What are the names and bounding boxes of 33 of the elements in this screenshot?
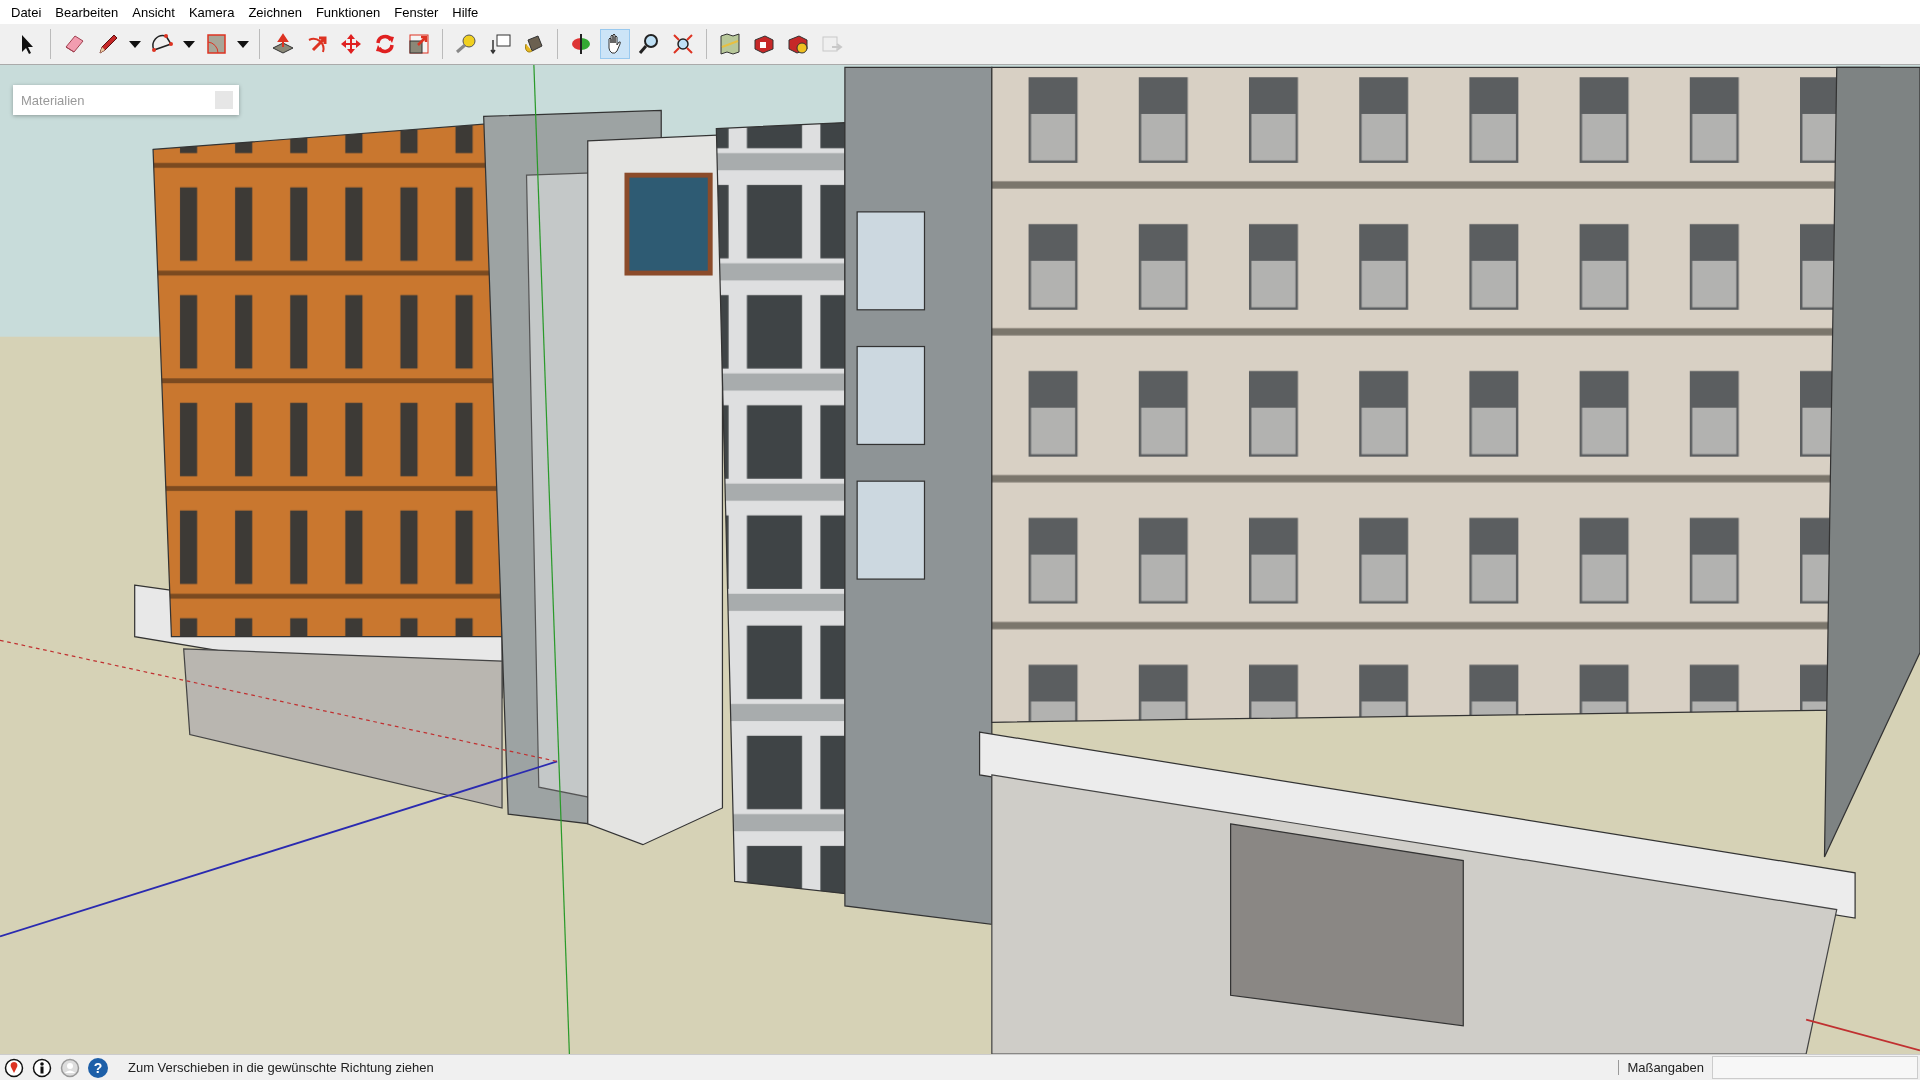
zoom-icon [637,32,661,56]
menu-item[interactable]: Kamera [181,4,242,20]
menu-item[interactable]: Zeichnen [241,4,309,20]
rectangle-icon [204,32,228,56]
box-icon [752,32,776,56]
orbit-icon [569,32,593,56]
tape-measure-icon [454,32,478,56]
user-icon[interactable] [60,1057,80,1078]
materials-search-field[interactable]: Materialien [13,85,239,115]
menu-item[interactable]: Datei [4,4,49,20]
push-pull-icon [271,32,295,56]
location-pin-icon[interactable] [4,1057,24,1078]
zoom-extents-icon [671,32,695,56]
caret-icon [129,40,141,48]
measurements-field[interactable] [1712,1056,1918,1079]
menu-item[interactable]: Bearbeiten [48,4,126,20]
map-icon [718,32,742,56]
menu-item[interactable]: Fenster [387,4,446,20]
menu-item[interactable]: Funktionen [308,4,388,20]
box-gear-icon [786,32,810,56]
toolbar-button[interactable] [600,29,630,59]
caret-icon [237,40,249,48]
status-hint: Zum Verschieben in die gewünschte Richtung ziehen [128,1060,434,1075]
text-label-icon [488,32,512,56]
menu-item[interactable]: Ansicht [125,4,182,20]
help-icon[interactable]: ? [88,1057,108,1078]
menu-item[interactable]: Hilfe [445,4,486,20]
move-icon [339,32,363,56]
pencil-icon [96,32,120,56]
caret-icon [183,40,195,48]
measurements-label: Maßangaben [1618,1060,1704,1075]
scale-icon [407,32,431,56]
rotate-icon [373,32,397,56]
